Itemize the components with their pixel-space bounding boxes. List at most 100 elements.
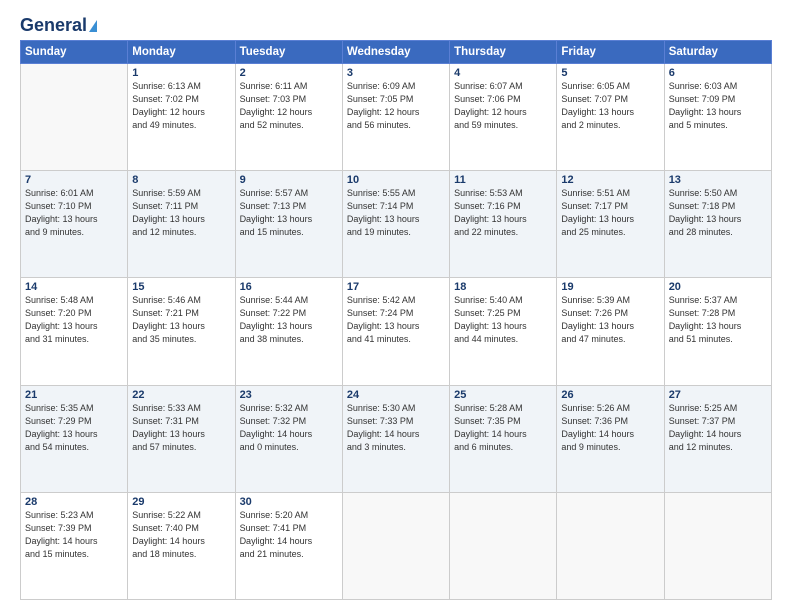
day-number: 22	[132, 389, 230, 401]
day-number: 16	[240, 281, 338, 293]
calendar-cell: 3Sunrise: 6:09 AMSunset: 7:05 PMDaylight…	[342, 63, 449, 170]
day-info: Sunrise: 5:46 AMSunset: 7:21 PMDaylight:…	[132, 294, 230, 346]
day-info: Sunrise: 5:33 AMSunset: 7:31 PMDaylight:…	[132, 402, 230, 454]
day-info: Sunrise: 6:13 AMSunset: 7:02 PMDaylight:…	[132, 80, 230, 132]
day-info: Sunrise: 5:50 AMSunset: 7:18 PMDaylight:…	[669, 187, 767, 239]
day-number: 25	[454, 389, 552, 401]
day-info: Sunrise: 6:03 AMSunset: 7:09 PMDaylight:…	[669, 80, 767, 132]
day-number: 6	[669, 67, 767, 79]
day-number: 14	[25, 281, 123, 293]
calendar-cell: 21Sunrise: 5:35 AMSunset: 7:29 PMDayligh…	[21, 385, 128, 492]
day-info: Sunrise: 6:01 AMSunset: 7:10 PMDaylight:…	[25, 187, 123, 239]
calendar-cell: 15Sunrise: 5:46 AMSunset: 7:21 PMDayligh…	[128, 278, 235, 385]
day-number: 28	[25, 496, 123, 508]
calendar-cell: 7Sunrise: 6:01 AMSunset: 7:10 PMDaylight…	[21, 171, 128, 278]
day-number: 20	[669, 281, 767, 293]
calendar-cell: 26Sunrise: 5:26 AMSunset: 7:36 PMDayligh…	[557, 385, 664, 492]
day-info: Sunrise: 5:37 AMSunset: 7:28 PMDaylight:…	[669, 294, 767, 346]
logo: General	[20, 16, 97, 36]
calendar-cell: 18Sunrise: 5:40 AMSunset: 7:25 PMDayligh…	[450, 278, 557, 385]
calendar-cell: 12Sunrise: 5:51 AMSunset: 7:17 PMDayligh…	[557, 171, 664, 278]
calendar-cell: 24Sunrise: 5:30 AMSunset: 7:33 PMDayligh…	[342, 385, 449, 492]
day-info: Sunrise: 6:05 AMSunset: 7:07 PMDaylight:…	[561, 80, 659, 132]
week-row-1: 1Sunrise: 6:13 AMSunset: 7:02 PMDaylight…	[21, 63, 772, 170]
day-info: Sunrise: 5:55 AMSunset: 7:14 PMDaylight:…	[347, 187, 445, 239]
weekday-header-row: SundayMondayTuesdayWednesdayThursdayFrid…	[21, 40, 772, 63]
calendar-cell: 25Sunrise: 5:28 AMSunset: 7:35 PMDayligh…	[450, 385, 557, 492]
day-info: Sunrise: 5:20 AMSunset: 7:41 PMDaylight:…	[240, 509, 338, 561]
weekday-header-monday: Monday	[128, 40, 235, 63]
day-info: Sunrise: 5:57 AMSunset: 7:13 PMDaylight:…	[240, 187, 338, 239]
day-info: Sunrise: 5:51 AMSunset: 7:17 PMDaylight:…	[561, 187, 659, 239]
day-info: Sunrise: 5:30 AMSunset: 7:33 PMDaylight:…	[347, 402, 445, 454]
calendar-cell: 1Sunrise: 6:13 AMSunset: 7:02 PMDaylight…	[128, 63, 235, 170]
day-info: Sunrise: 5:39 AMSunset: 7:26 PMDaylight:…	[561, 294, 659, 346]
calendar-cell: 19Sunrise: 5:39 AMSunset: 7:26 PMDayligh…	[557, 278, 664, 385]
calendar-cell: 5Sunrise: 6:05 AMSunset: 7:07 PMDaylight…	[557, 63, 664, 170]
calendar-cell: 30Sunrise: 5:20 AMSunset: 7:41 PMDayligh…	[235, 492, 342, 599]
day-number: 19	[561, 281, 659, 293]
weekday-header-wednesday: Wednesday	[342, 40, 449, 63]
weekday-header-thursday: Thursday	[450, 40, 557, 63]
calendar-cell	[664, 492, 771, 599]
day-info: Sunrise: 5:42 AMSunset: 7:24 PMDaylight:…	[347, 294, 445, 346]
day-info: Sunrise: 5:44 AMSunset: 7:22 PMDaylight:…	[240, 294, 338, 346]
day-number: 27	[669, 389, 767, 401]
day-number: 21	[25, 389, 123, 401]
calendar-cell: 23Sunrise: 5:32 AMSunset: 7:32 PMDayligh…	[235, 385, 342, 492]
logo-triangle-icon	[89, 20, 97, 32]
day-info: Sunrise: 5:40 AMSunset: 7:25 PMDaylight:…	[454, 294, 552, 346]
page: General SundayMondayTuesdayWednesdayThur…	[0, 0, 792, 612]
calendar-cell: 2Sunrise: 6:11 AMSunset: 7:03 PMDaylight…	[235, 63, 342, 170]
day-info: Sunrise: 5:59 AMSunset: 7:11 PMDaylight:…	[132, 187, 230, 239]
day-number: 9	[240, 174, 338, 186]
day-number: 2	[240, 67, 338, 79]
day-number: 10	[347, 174, 445, 186]
day-number: 3	[347, 67, 445, 79]
weekday-header-saturday: Saturday	[664, 40, 771, 63]
day-number: 24	[347, 389, 445, 401]
calendar-cell: 27Sunrise: 5:25 AMSunset: 7:37 PMDayligh…	[664, 385, 771, 492]
calendar-cell: 22Sunrise: 5:33 AMSunset: 7:31 PMDayligh…	[128, 385, 235, 492]
logo-general: General	[20, 16, 87, 36]
calendar-cell: 16Sunrise: 5:44 AMSunset: 7:22 PMDayligh…	[235, 278, 342, 385]
day-number: 7	[25, 174, 123, 186]
calendar-cell	[342, 492, 449, 599]
week-row-5: 28Sunrise: 5:23 AMSunset: 7:39 PMDayligh…	[21, 492, 772, 599]
weekday-header-sunday: Sunday	[21, 40, 128, 63]
calendar-cell: 10Sunrise: 5:55 AMSunset: 7:14 PMDayligh…	[342, 171, 449, 278]
calendar-cell: 17Sunrise: 5:42 AMSunset: 7:24 PMDayligh…	[342, 278, 449, 385]
week-row-4: 21Sunrise: 5:35 AMSunset: 7:29 PMDayligh…	[21, 385, 772, 492]
day-number: 11	[454, 174, 552, 186]
day-info: Sunrise: 5:53 AMSunset: 7:16 PMDaylight:…	[454, 187, 552, 239]
day-info: Sunrise: 5:35 AMSunset: 7:29 PMDaylight:…	[25, 402, 123, 454]
day-number: 17	[347, 281, 445, 293]
header: General	[20, 16, 772, 36]
week-row-2: 7Sunrise: 6:01 AMSunset: 7:10 PMDaylight…	[21, 171, 772, 278]
calendar-cell: 29Sunrise: 5:22 AMSunset: 7:40 PMDayligh…	[128, 492, 235, 599]
day-number: 29	[132, 496, 230, 508]
calendar-cell: 11Sunrise: 5:53 AMSunset: 7:16 PMDayligh…	[450, 171, 557, 278]
day-number: 4	[454, 67, 552, 79]
calendar-cell	[450, 492, 557, 599]
calendar-cell: 9Sunrise: 5:57 AMSunset: 7:13 PMDaylight…	[235, 171, 342, 278]
calendar-cell: 28Sunrise: 5:23 AMSunset: 7:39 PMDayligh…	[21, 492, 128, 599]
week-row-3: 14Sunrise: 5:48 AMSunset: 7:20 PMDayligh…	[21, 278, 772, 385]
calendar-cell: 20Sunrise: 5:37 AMSunset: 7:28 PMDayligh…	[664, 278, 771, 385]
calendar-cell: 8Sunrise: 5:59 AMSunset: 7:11 PMDaylight…	[128, 171, 235, 278]
calendar-cell: 4Sunrise: 6:07 AMSunset: 7:06 PMDaylight…	[450, 63, 557, 170]
day-info: Sunrise: 5:26 AMSunset: 7:36 PMDaylight:…	[561, 402, 659, 454]
calendar-cell: 13Sunrise: 5:50 AMSunset: 7:18 PMDayligh…	[664, 171, 771, 278]
day-number: 30	[240, 496, 338, 508]
day-number: 8	[132, 174, 230, 186]
weekday-header-friday: Friday	[557, 40, 664, 63]
day-info: Sunrise: 5:28 AMSunset: 7:35 PMDaylight:…	[454, 402, 552, 454]
day-info: Sunrise: 5:32 AMSunset: 7:32 PMDaylight:…	[240, 402, 338, 454]
day-info: Sunrise: 6:09 AMSunset: 7:05 PMDaylight:…	[347, 80, 445, 132]
day-number: 18	[454, 281, 552, 293]
day-number: 23	[240, 389, 338, 401]
day-info: Sunrise: 6:07 AMSunset: 7:06 PMDaylight:…	[454, 80, 552, 132]
day-info: Sunrise: 5:25 AMSunset: 7:37 PMDaylight:…	[669, 402, 767, 454]
calendar-cell	[21, 63, 128, 170]
day-number: 26	[561, 389, 659, 401]
